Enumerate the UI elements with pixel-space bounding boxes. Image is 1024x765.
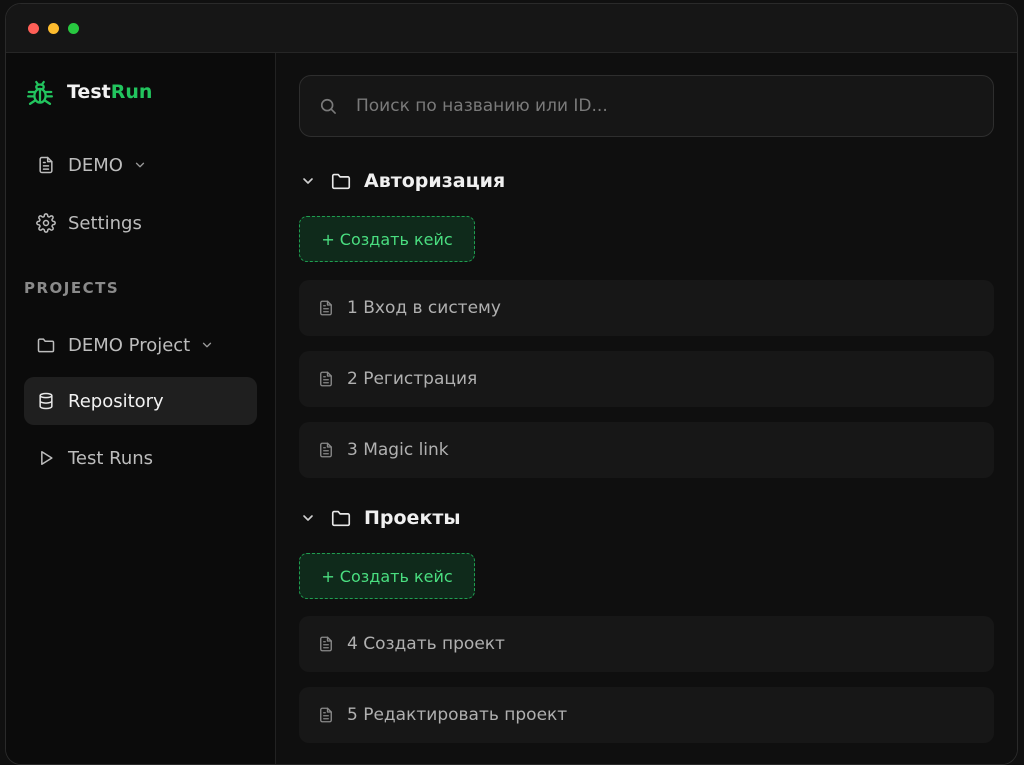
test-case-title: 4 Создать проект [347, 634, 505, 654]
test-case-title: 1 Вход в систему [347, 298, 501, 318]
folder-name: Проекты [364, 507, 461, 529]
test-case-title: 5 Редактировать проект [347, 705, 568, 725]
test-case-title: 3 Magic link [347, 440, 449, 460]
chevron-down-icon [135, 162, 145, 168]
create-case-button[interactable]: + Создать кейс [299, 216, 475, 262]
test-case-row[interactable]: 1 Вход в систему [299, 280, 994, 336]
folder-header-projects[interactable]: Проекты [300, 503, 461, 533]
settings-label: Settings [68, 212, 142, 234]
sidebar: TestRun DEMO Settings PROJECTS DEMO Proj… [6, 53, 276, 764]
document-icon [320, 636, 332, 652]
document-icon [320, 371, 332, 387]
play-icon [41, 451, 53, 465]
project-label: DEMO Project [68, 334, 191, 356]
document-icon [320, 300, 332, 316]
bug-icon [27, 80, 53, 105]
test-case-row[interactable]: 2 Регистрация [299, 351, 994, 407]
sidebar-item-label: Repository [68, 390, 164, 412]
search-icon [320, 98, 336, 114]
test-case-row[interactable]: 5 Редактировать проект [299, 687, 994, 743]
settings-link[interactable]: Settings [24, 199, 257, 247]
sidebar-item-test-runs[interactable]: Test Runs [24, 434, 257, 482]
document-icon [320, 442, 332, 458]
search-input[interactable] [354, 95, 993, 117]
document-icon [39, 156, 53, 174]
create-case-button[interactable]: + Создать кейс [299, 553, 475, 599]
app-window: TestRun DEMO Settings PROJECTS DEMO Proj… [5, 3, 1018, 765]
project-selector[interactable]: DEMO Project [24, 321, 257, 369]
projects-section-title: PROJECTS [24, 279, 120, 297]
sidebar-item-repository[interactable]: Repository [24, 377, 257, 425]
sidebar-item-label: Test Runs [68, 447, 154, 469]
search-bar[interactable] [299, 75, 994, 137]
folder-name: Авторизация [364, 170, 506, 192]
repository-content: Авторизация + Создать кейс 1 Вход в сист… [276, 53, 1017, 764]
chevron-down-icon[interactable] [300, 510, 316, 526]
brand-logo[interactable]: TestRun [25, 77, 152, 107]
test-case-row[interactable]: 3 Magic link [299, 422, 994, 478]
document-icon [320, 707, 332, 723]
minimize-window-button[interactable] [48, 23, 59, 34]
workspace-selector[interactable]: DEMO [24, 141, 257, 189]
folder-icon [331, 510, 351, 527]
folder-header-authorization[interactable]: Авторизация [300, 166, 505, 196]
database-icon [39, 392, 53, 410]
maximize-window-button[interactable] [68, 23, 79, 34]
folder-icon [37, 338, 55, 353]
gear-icon [36, 213, 56, 233]
test-case-title: 2 Регистрация [347, 369, 478, 389]
chevron-down-icon[interactable] [300, 173, 316, 189]
title-bar [6, 4, 1017, 53]
close-window-button[interactable] [28, 23, 39, 34]
chevron-down-icon [203, 342, 212, 348]
brand-name: TestRun [67, 81, 153, 103]
folder-icon [331, 173, 351, 190]
test-case-row[interactable]: 4 Создать проект [299, 616, 994, 672]
workspace-label: DEMO [68, 154, 123, 176]
